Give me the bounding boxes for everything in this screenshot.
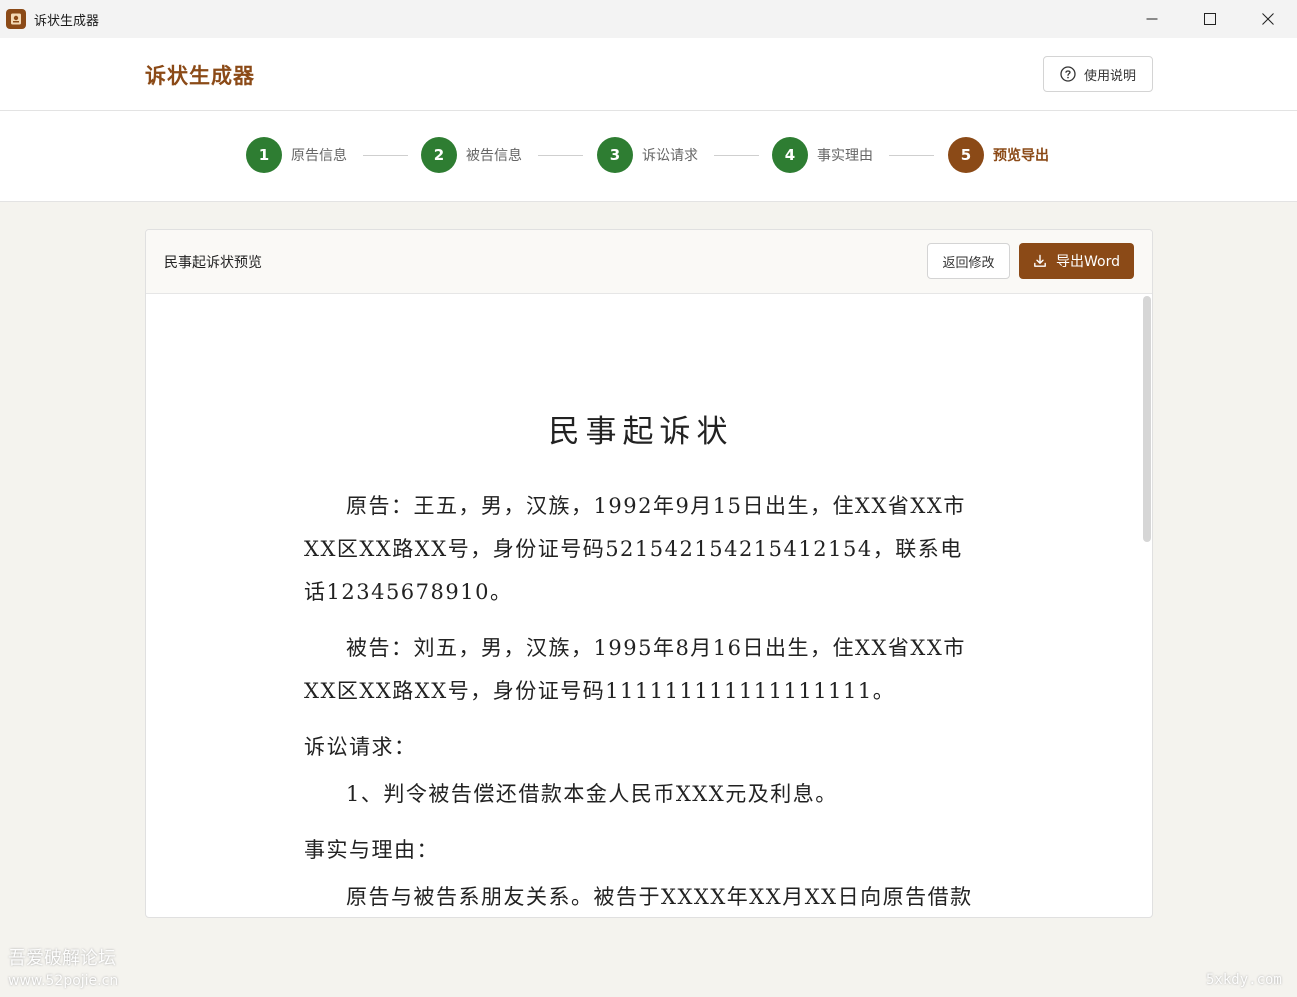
step-connector	[889, 155, 934, 156]
preview-card: 民事起诉状预览 返回修改 导出Word 民事起诉状 原告：王五，男，汉族，199…	[145, 229, 1153, 918]
question-circle-icon	[1060, 66, 1076, 82]
help-button[interactable]: 使用说明	[1043, 56, 1153, 92]
export-word-button[interactable]: 导出Word	[1019, 243, 1134, 279]
minimize-icon	[1146, 18, 1158, 20]
facts-paragraph: 原告与被告系朋友关系。被告于XXXX年XX月XX日向原告借款	[346, 885, 973, 909]
step-label: 诉讼请求	[642, 148, 698, 164]
step-label: 事实理由	[817, 148, 873, 164]
brand-title: 诉状生成器	[145, 64, 255, 88]
maximize-button[interactable]	[1181, 0, 1239, 38]
step-number: 3	[597, 137, 633, 173]
claims-heading: 诉讼请求：	[304, 735, 417, 759]
step-defendant[interactable]: 2 被告信息	[421, 137, 522, 173]
document-scrollbar[interactable]	[1143, 296, 1151, 542]
step-facts[interactable]: 4 事实理由	[772, 137, 873, 173]
step-number: 4	[772, 137, 808, 173]
step-connector	[714, 155, 759, 156]
step-label: 原告信息	[291, 148, 347, 164]
step-claims[interactable]: 3 诉讼请求	[597, 137, 698, 173]
facts-heading: 事实与理由：	[304, 838, 439, 862]
defendant-paragraph: 被告：刘五，男，汉族，1995年8月16日出生，住XX省XX市XX区XX路XX号…	[304, 636, 966, 703]
step-indicator: 1 原告信息 2 被告信息 3 诉讼请求 4 事实理由 5 预览导出	[0, 111, 1297, 202]
forum-watermark: 吾爱破解论坛 www.52pojie.cn	[8, 948, 118, 992]
preview-card-header: 民事起诉状预览 返回修改 导出Word	[146, 230, 1152, 294]
step-preview[interactable]: 5 预览导出	[948, 137, 1049, 173]
step-number: 5	[948, 137, 984, 173]
site-watermark: 5xkdy.com	[1206, 972, 1282, 988]
close-icon	[1262, 13, 1274, 25]
document-preview[interactable]: 民事起诉状 原告：王五，男，汉族，1992年9月15日出生，住XX省XX市XX区…	[146, 294, 1152, 917]
app-logo-icon	[6, 9, 26, 29]
window-title: 诉状生成器	[34, 13, 100, 29]
plaintiff-paragraph: 原告：王五，男，汉族，1992年9月15日出生，住XX省XX市XX区XX路XX号…	[304, 494, 966, 604]
download-icon	[1034, 254, 1046, 267]
document-body: 民事起诉状 原告：王五，男，汉族，1992年9月15日出生，住XX省XX市XX区…	[304, 406, 984, 917]
claim-item: 1、判令被告偿还借款本金人民币XXX元及利息。	[346, 782, 838, 806]
close-button[interactable]	[1239, 0, 1297, 38]
app-header: 诉状生成器 使用说明	[0, 38, 1297, 111]
step-connector	[363, 155, 408, 156]
preview-title: 民事起诉状预览	[164, 255, 262, 271]
maximize-icon	[1204, 13, 1216, 25]
minimize-button[interactable]	[1123, 0, 1181, 38]
step-connector	[538, 155, 583, 156]
watermark-url: www.52pojie.cn	[8, 973, 119, 989]
step-number: 1	[246, 137, 282, 173]
export-word-label: 导出Word	[1056, 254, 1120, 270]
help-button-label: 使用说明	[1083, 68, 1136, 84]
step-label: 预览导出	[993, 148, 1049, 164]
back-edit-button[interactable]: 返回修改	[927, 243, 1010, 279]
watermark-text: 吾爱破解论坛	[8, 948, 116, 969]
window-titlebar: 诉状生成器	[0, 0, 1297, 38]
step-label: 被告信息	[466, 148, 522, 164]
step-plaintiff[interactable]: 1 原告信息	[246, 137, 347, 173]
step-number: 2	[421, 137, 457, 173]
document-title: 民事起诉状	[548, 414, 734, 450]
